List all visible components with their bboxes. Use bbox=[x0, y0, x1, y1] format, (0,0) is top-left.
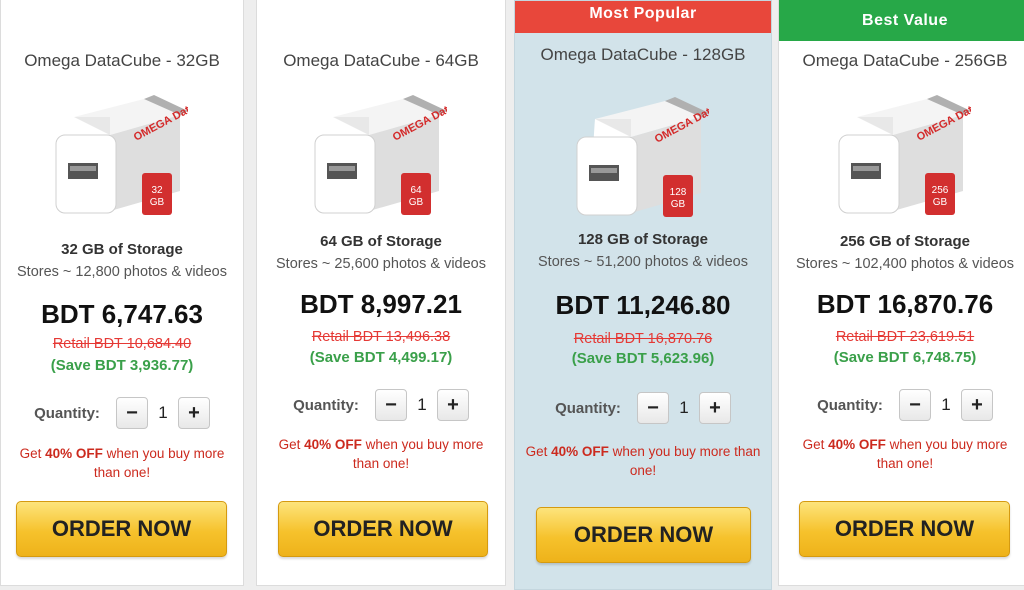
product-card-128gb: Most Popular Omega DataCube - 128GB OMEG… bbox=[514, 0, 772, 590]
storage-capacity: 128 GB of Storage bbox=[577, 231, 709, 248]
product-card-32gb: Omega DataCube - 32GB OMEGA DataCube 32 … bbox=[0, 0, 244, 586]
minus-icon: − bbox=[909, 393, 921, 416]
datacube-product-image: OMEGA DataCube 256 GB bbox=[838, 91, 971, 215]
order-now-button[interactable]: ORDER NOW bbox=[278, 501, 488, 557]
decrease-quantity-button[interactable]: − bbox=[898, 389, 931, 421]
savings-amount: (Save BDT 6,748.75) bbox=[833, 349, 977, 366]
storage-description: Stores ~ 25,600 photos & videos bbox=[276, 256, 486, 272]
quantity-label: Quantity: bbox=[34, 404, 100, 422]
multi-buy-promo: Get 40% OFF when you buy more than one! bbox=[802, 437, 1008, 471]
quantity-value: 1 bbox=[417, 395, 427, 414]
quantity-selector: Quantity: − 1 + bbox=[515, 392, 771, 424]
svg-text:256: 256 bbox=[932, 185, 949, 196]
svg-text:GB: GB bbox=[933, 197, 948, 208]
product-card-64gb: Omega DataCube - 64GB OMEGA DataCube 64 … bbox=[256, 0, 506, 586]
product-title: Omega DataCube - 32GB bbox=[24, 51, 220, 70]
quantity-selector: Quantity: − 1 + bbox=[779, 389, 1024, 421]
retail-price: Retail BDT 10,684.40 bbox=[52, 336, 192, 352]
product-title: Omega DataCube - 256GB bbox=[802, 51, 1008, 70]
storage-capacity: 64 GB of Storage bbox=[320, 233, 442, 250]
datacube-product-image: OMEGA DataCube 64 GB bbox=[314, 91, 447, 215]
minus-icon: − bbox=[647, 396, 659, 419]
plus-icon: + bbox=[447, 393, 459, 416]
decrease-quantity-button[interactable]: − bbox=[115, 397, 148, 429]
minus-icon: − bbox=[385, 393, 397, 416]
increase-quantity-button[interactable]: + bbox=[698, 392, 731, 424]
minus-icon: − bbox=[126, 401, 138, 424]
storage-description: Stores ~ 12,800 photos & videos bbox=[17, 264, 227, 280]
svg-text:GB: GB bbox=[409, 197, 424, 208]
order-now-button[interactable]: ORDER NOW bbox=[16, 501, 227, 557]
sale-price: BDT 16,870.76 bbox=[816, 289, 994, 319]
storage-description: Stores ~ 51,200 photos & videos bbox=[538, 254, 748, 270]
decrease-quantity-button[interactable]: − bbox=[374, 389, 407, 421]
quantity-label: Quantity: bbox=[555, 399, 621, 417]
increase-quantity-button[interactable]: + bbox=[177, 397, 210, 429]
sale-price: BDT 6,747.63 bbox=[41, 299, 203, 329]
quantity-selector: Quantity: − 1 + bbox=[257, 389, 505, 421]
decrease-quantity-button[interactable]: − bbox=[636, 392, 669, 424]
quantity-label: Quantity: bbox=[293, 396, 359, 414]
quantity-selector: Quantity: − 1 + bbox=[1, 397, 243, 429]
quantity-value: 1 bbox=[941, 395, 951, 414]
quantity-value: 1 bbox=[158, 403, 168, 422]
savings-amount: (Save BDT 5,623.96) bbox=[571, 350, 715, 367]
plus-icon: + bbox=[188, 401, 200, 424]
plus-icon: + bbox=[709, 396, 721, 419]
multi-buy-promo: Get 40% OFF when you buy more than one! bbox=[278, 437, 484, 471]
svg-text:GB: GB bbox=[671, 199, 686, 210]
storage-capacity: 256 GB of Storage bbox=[839, 233, 971, 250]
svg-text:GB: GB bbox=[150, 197, 165, 208]
retail-price: Retail BDT 13,496.38 bbox=[311, 329, 451, 345]
storage-capacity: 32 GB of Storage bbox=[61, 241, 183, 258]
svg-text:32: 32 bbox=[151, 185, 163, 196]
datacube-product-image: OMEGA DataCube 32 GB bbox=[55, 91, 188, 215]
multi-buy-promo: Get 40% OFF when you buy more than one! bbox=[19, 446, 225, 480]
increase-quantity-button[interactable]: + bbox=[436, 389, 469, 421]
quantity-label: Quantity: bbox=[817, 396, 883, 414]
best-value-ribbon: Best Value bbox=[779, 0, 1024, 41]
sale-price: BDT 11,246.80 bbox=[555, 290, 731, 320]
svg-text:128: 128 bbox=[670, 187, 687, 198]
storage-description: Stores ~ 102,400 photos & videos bbox=[795, 256, 1015, 272]
multi-buy-promo: Get 40% OFF when you buy more than one! bbox=[525, 444, 761, 478]
savings-amount: (Save BDT 4,499.17) bbox=[309, 349, 453, 366]
most-popular-ribbon: Most Popular bbox=[515, 1, 771, 33]
product-card-256gb: Best Value Omega DataCube - 256GB OMEGA … bbox=[778, 0, 1024, 586]
datacube-product-image: OMEGA DataCube 128 GB bbox=[576, 93, 709, 217]
product-title: Omega DataCube - 64GB bbox=[283, 51, 479, 70]
svg-text:64: 64 bbox=[410, 185, 422, 196]
order-now-button[interactable]: ORDER NOW bbox=[536, 507, 751, 563]
product-title: Omega DataCube - 128GB bbox=[540, 45, 746, 64]
increase-quantity-button[interactable]: + bbox=[960, 389, 993, 421]
savings-amount: (Save BDT 3,936.77) bbox=[50, 357, 194, 374]
retail-price: Retail BDT 23,619.51 bbox=[835, 329, 975, 345]
sale-price: BDT 8,997.21 bbox=[300, 289, 462, 319]
order-now-button[interactable]: ORDER NOW bbox=[799, 501, 1010, 557]
quantity-value: 1 bbox=[679, 398, 689, 417]
plus-icon: + bbox=[971, 393, 983, 416]
retail-price: Retail BDT 16,870.76 bbox=[573, 331, 713, 347]
